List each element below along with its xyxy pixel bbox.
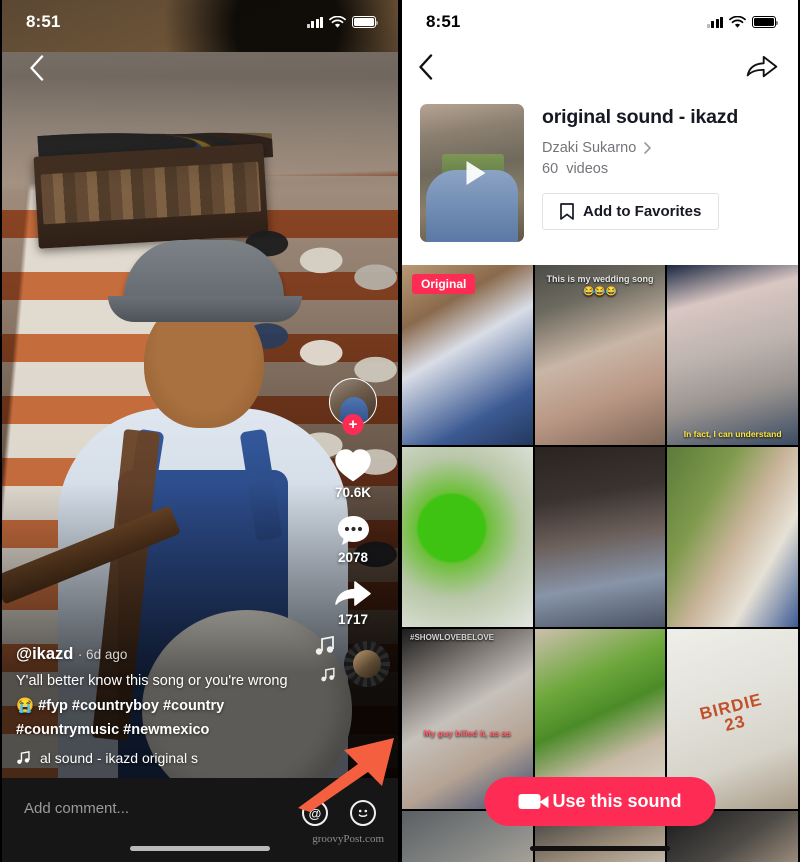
screenshot-root: 8:51 + 70.6K 2078 1717 @ikazd · 6d ago Y…: [0, 0, 800, 862]
original-badge: Original: [412, 274, 476, 294]
bookmark-icon: [560, 203, 574, 220]
video-thumb-4[interactable]: [402, 447, 533, 627]
music-note-icon: [315, 635, 334, 655]
cellular-bars-icon: [306, 16, 323, 28]
cellular-bars-icon: [706, 16, 723, 28]
sound-header: original sound - ikazd Dzaki Sukarno 60 …: [420, 104, 784, 242]
sound-cover-thumbnail[interactable]: [420, 104, 524, 242]
caption-text: Y'all better know this song or you're wr…: [16, 673, 288, 690]
comment-button[interactable]: 2078: [336, 514, 371, 565]
use-this-sound-button[interactable]: Use this sound: [484, 777, 716, 826]
chevron-right-icon: [644, 142, 652, 154]
share-count: 1717: [337, 612, 369, 627]
caption-music-title: al sound - ikazd original s: [40, 750, 198, 766]
caption-hashtags-line1[interactable]: 😭 #fyp #countryboy #country: [16, 696, 316, 717]
comment-input-placeholder[interactable]: Add comment...: [24, 800, 129, 817]
add-to-favorites-label: Add to Favorites: [583, 203, 702, 220]
thumb-3-caption: In fact, I can understand: [683, 429, 782, 439]
use-this-sound-label: Use this sound: [552, 791, 682, 811]
status-time: 8:51: [426, 12, 461, 31]
wifi-icon: [729, 15, 746, 28]
music-note-icon: [17, 751, 30, 764]
right-phone-panel: 8:51 original sound - ikazd Dzaki Sukarn…: [402, 0, 798, 862]
red-arrow-pointing-up-right-icon: [298, 738, 394, 812]
right-share-button[interactable]: [746, 54, 778, 85]
watermark: groovyPost.com: [312, 833, 384, 845]
sound-video-grid: Original This is my wedding song 😂😂😂 In …: [402, 265, 798, 862]
like-button[interactable]: 70.6K: [334, 448, 372, 500]
interaction-rail: + 70.6K 2078 1717: [315, 378, 390, 693]
thumb-7-top-label: #SHOWLOVEBELOVE: [410, 633, 495, 642]
left-status-bar: 8:51: [2, 0, 398, 44]
sound-page-nav: [402, 48, 798, 90]
chevron-left-icon: [29, 55, 43, 81]
sound-author-name: Dzaki Sukarno: [542, 140, 637, 156]
sound-video-count: 60 videos: [542, 161, 784, 177]
video-thumb-3[interactable]: In fact, I can understand: [667, 265, 798, 445]
thumb-2-caption: This is my wedding song 😂😂😂: [546, 274, 654, 297]
sound-disc-button[interactable]: [344, 641, 390, 687]
left-back-button[interactable]: [16, 48, 56, 88]
heart-icon: [335, 449, 371, 482]
thumb-9-caption: BIRDIE 23: [697, 690, 764, 736]
thumb-7-caption: My guy billed it, as as: [423, 728, 512, 739]
caption-hashtags-line2[interactable]: #countrymusic #newmexico: [16, 720, 316, 741]
status-time: 8:51: [26, 12, 61, 31]
wifi-icon: [329, 15, 346, 28]
video-camera-icon: [518, 794, 549, 809]
caption-timestamp: · 6d ago: [77, 647, 128, 663]
chevron-left-icon: [419, 53, 433, 80]
video-thumb-2[interactable]: This is my wedding song 😂😂😂: [534, 265, 666, 445]
share-button[interactable]: 1717: [334, 579, 372, 627]
follow-button[interactable]: +: [342, 414, 364, 435]
battery-icon: [752, 16, 779, 28]
play-triangle-icon: [466, 161, 486, 185]
video-thumb-5[interactable]: [534, 447, 666, 627]
music-note-small-icon: [321, 667, 335, 682]
video-count-label: videos: [566, 161, 609, 177]
share-arrow-icon: [746, 55, 778, 77]
comment-bubble-icon: [337, 516, 369, 545]
video-count-number: 60: [542, 161, 559, 177]
caption-music-row[interactable]: al sound - ikazd original s: [16, 750, 316, 766]
video-caption: @ikazd · 6d ago Y'all better know this s…: [16, 645, 316, 766]
right-status-bar: 8:51: [402, 0, 798, 44]
caption-username[interactable]: @ikazd: [16, 645, 73, 663]
sound-title: original sound - ikazd: [542, 106, 739, 128]
creator-avatar[interactable]: +: [329, 378, 377, 435]
right-back-button[interactable]: [418, 53, 433, 85]
share-arrow-icon: [335, 581, 371, 606]
home-indicator: [130, 846, 270, 851]
wall-shelf: [33, 143, 269, 249]
home-indicator: [530, 846, 670, 851]
like-count: 70.6K: [334, 485, 372, 500]
annotation-arrow: [296, 724, 406, 819]
video-thumb-6[interactable]: [667, 447, 798, 627]
video-thumb-1[interactable]: Original: [402, 265, 533, 445]
sound-author-row[interactable]: Dzaki Sukarno: [542, 140, 784, 156]
battery-icon: [352, 16, 379, 28]
add-to-favorites-button[interactable]: Add to Favorites: [542, 193, 720, 230]
comment-count: 2078: [337, 550, 369, 565]
